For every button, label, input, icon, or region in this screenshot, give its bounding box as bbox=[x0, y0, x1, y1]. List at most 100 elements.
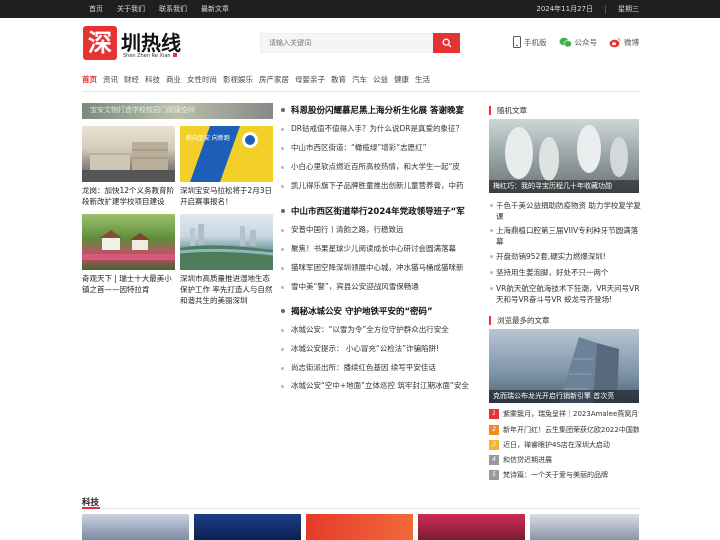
nav-item-fashion[interactable]: 女性时尚 bbox=[187, 74, 217, 85]
search-box bbox=[260, 33, 460, 53]
list-item[interactable]: 雪中美“警”，宾县公安迎战风雪保畅通 bbox=[281, 281, 419, 292]
ranked-item[interactable]: 3 近日，禅睿眼护4S店在深圳大启动 bbox=[489, 440, 639, 451]
headline[interactable]: 中山市西区街道举行2024年党政领导班子“军 bbox=[281, 205, 465, 217]
list-item[interactable]: 冰城公安：“以雪为令”全方位守护群众出行安全 bbox=[281, 324, 449, 335]
list-item[interactable]: 小白心里软点燃近百所高校热情，和大学生一起“皮 bbox=[281, 161, 460, 172]
nav-item-home[interactable]: 首页 bbox=[82, 74, 97, 85]
image-caption: 梅红巧：我的寻宝历程几十年收藏功勋 bbox=[489, 180, 639, 193]
marathon-poster-image: 跑向宝安 向新跑 bbox=[186, 126, 258, 182]
nav-item-tech[interactable]: 科技 bbox=[145, 74, 160, 85]
top-date: 2024年11月27日 星期三 bbox=[536, 0, 639, 18]
wechat-link[interactable]: 公众号 bbox=[559, 37, 598, 48]
nav-item-health[interactable]: 健康 bbox=[394, 74, 409, 85]
school-building-image bbox=[82, 142, 175, 182]
search-input[interactable] bbox=[260, 33, 433, 53]
nav-item-finance[interactable]: 财经 bbox=[124, 74, 139, 85]
list-item[interactable]: 冰城公安“空中+地面”立体巡控 筑牢封江期冰面“安全 bbox=[281, 380, 469, 391]
wetland-city-image bbox=[180, 224, 273, 270]
site-logo[interactable]: 深 圳热线 Shen Zhen Re Xian bbox=[83, 26, 189, 62]
random-section-title: 随机文章 bbox=[489, 106, 527, 115]
wechat-link-label: 公众号 bbox=[574, 37, 598, 47]
weibo-link-label: 微博 bbox=[624, 37, 639, 47]
list-item[interactable]: 凯儿得乐旗下子品牌胜童推出创新儿童营养膏，中药 bbox=[281, 180, 464, 191]
list-item[interactable]: 尚志街派出所：播续红色基因 续写平安佳话 bbox=[281, 362, 436, 373]
tech-thumb[interactable] bbox=[194, 514, 301, 540]
card-caption[interactable]: 龙岗：加快12个义务教育阶段新改扩建学校项目建设 bbox=[82, 185, 177, 207]
ranked-item[interactable]: 2 新年开门红！云生集团荣获亿欧2022中国数 bbox=[489, 425, 639, 436]
top-link-home[interactable]: 首页 bbox=[89, 0, 103, 18]
ranked-item-text: 紫雾簇月，瑞兔呈祥｜2023Amalee燕窝月饼 bbox=[503, 410, 639, 418]
card-caption[interactable]: 深圳市高质量推进湿地生态保护工作 率先打造人与自然和谐共生的美丽深圳 bbox=[180, 273, 275, 306]
nav-item-life[interactable]: 生活 bbox=[415, 74, 430, 85]
rank-badge: 1 bbox=[489, 409, 499, 419]
ranked-item[interactable]: 1 紫雾簇月，瑞兔呈祥｜2023Amalee燕窝月饼 bbox=[489, 409, 639, 420]
top-link-contact[interactable]: 联系我们 bbox=[159, 0, 187, 18]
headline[interactable]: 科恩股份闪耀慕尼黑上海分析生化展 答谢晚宴 bbox=[281, 104, 464, 116]
nav-item-entertainment[interactable]: 影视娱乐 bbox=[223, 74, 253, 85]
popular-feature-image[interactable]: 克而瑞公布龙光开启行销新引擎 首次亮 bbox=[489, 329, 639, 403]
tech-thumb[interactable] bbox=[530, 514, 639, 540]
rank-badge: 5 bbox=[489, 470, 499, 480]
nav-item-education[interactable]: 教育 bbox=[331, 74, 346, 85]
card-image-wetland[interactable] bbox=[180, 214, 273, 270]
nav-divider bbox=[82, 91, 639, 92]
card-caption[interactable]: 奇观天下 | 瑞士十大最美小镇之首——因特拉肯 bbox=[82, 273, 177, 295]
list-item[interactable]: 上海鼎植口腔第三届VIIV专利种牙节圆满落幕 bbox=[490, 225, 642, 247]
nav-item-parenting[interactable]: 母婴亲子 bbox=[295, 74, 325, 85]
tech-thumb[interactable] bbox=[306, 514, 413, 540]
logo-name: 圳热线 bbox=[121, 31, 181, 55]
section-title-text: 随机文章 bbox=[497, 106, 527, 115]
banner-text: 宝安文物打造学校校园门阅读空间 bbox=[90, 106, 195, 114]
card-image-interlaken[interactable] bbox=[82, 214, 175, 270]
nav-item-auto[interactable]: 汽车 bbox=[352, 74, 367, 85]
weekday-text: 星期三 bbox=[618, 5, 639, 13]
list-item[interactable]: 冰城公安提示： 小心冒充“公检法”诈骗陷阱! bbox=[281, 343, 439, 354]
logo-dot bbox=[172, 53, 177, 57]
list-item[interactable]: VR航天航空航海技术下狂潮，VR天问号VR天和号VR奋斗号VR 蛟龙号齐登场! bbox=[490, 283, 642, 305]
nav-item-business[interactable]: 商业 bbox=[166, 74, 181, 85]
list-item[interactable]: 中山市西区街道：“橄榄绿”增彩“志愿红” bbox=[281, 142, 427, 153]
header-links: 手机版 公众号 微博 bbox=[513, 36, 639, 48]
card-image-marathon[interactable]: 跑向宝安 向新跑 bbox=[180, 126, 273, 182]
village-image bbox=[82, 230, 175, 260]
tech-thumb[interactable] bbox=[82, 514, 189, 540]
card-image-longgang[interactable] bbox=[82, 126, 175, 182]
search-icon bbox=[442, 38, 451, 48]
section-accent bbox=[82, 507, 100, 509]
card-caption[interactable]: 深圳宝安马拉松将于2月3日开启赛事报名！ bbox=[180, 185, 275, 207]
ranked-item-text: 近日，禅睿眼护4S店在深圳大启动 bbox=[503, 441, 610, 449]
rank-badge: 2 bbox=[489, 425, 499, 435]
weibo-icon bbox=[609, 37, 621, 47]
ranked-item[interactable]: 4 和信贷迟期进展 bbox=[489, 455, 639, 466]
list-item[interactable]: 安普中国行丨清韵之路，行稳致远 bbox=[281, 224, 404, 235]
nav-item-charity[interactable]: 公益 bbox=[373, 74, 388, 85]
list-item[interactable]: DR钴戒值不值得入手？为什么说DR是真爱的象征？ bbox=[281, 123, 463, 134]
search-button[interactable] bbox=[433, 33, 460, 53]
top-links: 首页 关于我们 联系我们 最新文章 bbox=[89, 0, 229, 18]
section-divider bbox=[82, 507, 639, 509]
list-item[interactable]: 开盘劲销952套,硬实力燃爆深圳! bbox=[490, 251, 642, 262]
nav-item-news[interactable]: 资讯 bbox=[103, 74, 118, 85]
list-item[interactable]: 猫咪军团空降深圳领展中心城，冲水猫马桶成猫咪新 bbox=[281, 262, 464, 273]
nav-item-realestate[interactable]: 房产家居 bbox=[259, 74, 289, 85]
list-item[interactable]: 聚焦！书果星球少儿阅读成长中心研讨会圆满落幕 bbox=[281, 243, 456, 254]
headline[interactable]: 揭秘冰城公安 守护地铁平安的“密码” bbox=[281, 305, 433, 317]
list-item[interactable]: 坚持用生姜泡脚，好处不只一两个 bbox=[490, 267, 642, 278]
top-link-latest[interactable]: 最新文章 bbox=[201, 0, 229, 18]
list-item[interactable]: 千色千美公益捐助防疫物资 助力学校复学复课 bbox=[490, 200, 642, 222]
ranked-item-text: 梵诗篇：一个关于爱与美丽的品牌 bbox=[503, 471, 608, 479]
ranked-item[interactable]: 5 梵诗篇：一个关于爱与美丽的品牌 bbox=[489, 470, 639, 481]
top-link-about[interactable]: 关于我们 bbox=[117, 0, 145, 18]
ranked-item-text: 新年开门红！云生集团荣获亿欧2022中国数 bbox=[503, 426, 639, 434]
mobile-link[interactable]: 手机版 bbox=[513, 36, 547, 48]
random-feature-image[interactable]: 梅红巧：我的寻宝历程几十年收藏功勋 bbox=[489, 119, 639, 193]
weibo-link[interactable]: 微博 bbox=[609, 37, 639, 48]
image-caption: 克而瑞公布龙光开启行销新引擎 首次亮 bbox=[489, 390, 639, 403]
logo-subtitle: Shen Zhen Re Xian bbox=[123, 53, 177, 59]
tech-thumb[interactable] bbox=[418, 514, 525, 540]
top-banner[interactable]: 宝安文物打造学校校园门阅读空间 bbox=[82, 103, 273, 119]
phone-icon bbox=[513, 36, 521, 48]
logo-mark: 深 bbox=[83, 26, 117, 60]
divider bbox=[605, 4, 606, 14]
logo-sub-text: Shen Zhen Re Xian bbox=[123, 53, 171, 59]
